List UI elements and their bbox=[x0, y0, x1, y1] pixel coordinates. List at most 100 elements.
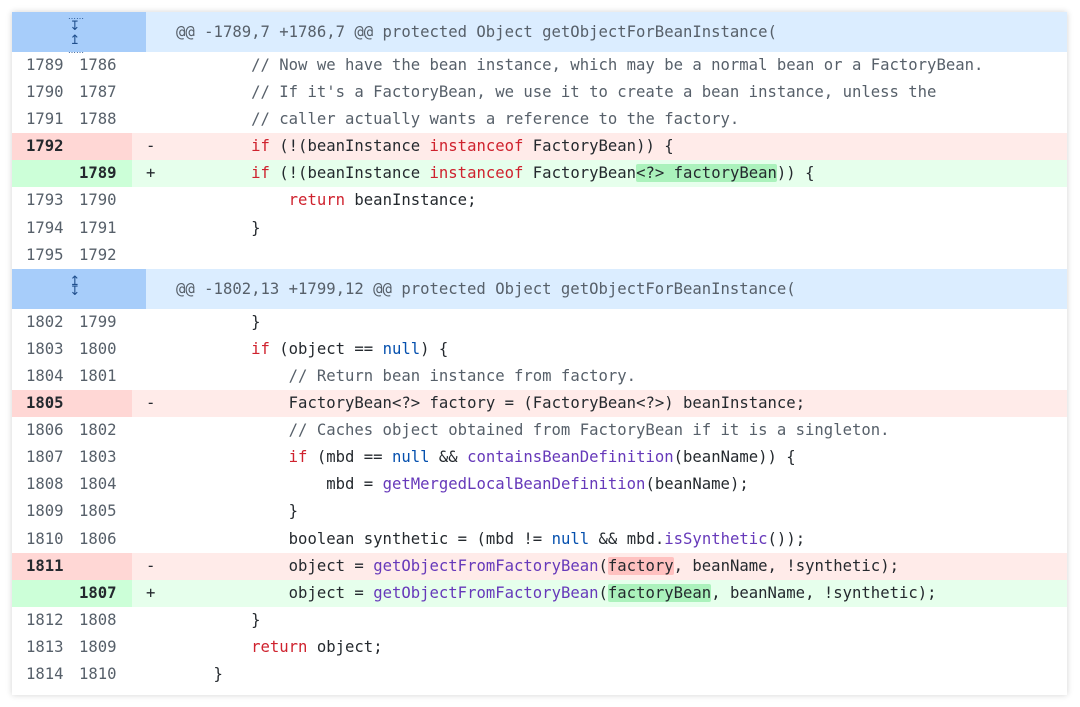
changed-word-highlight: <?> factoryBean bbox=[636, 164, 777, 183]
old-line-number[interactable]: 1794 bbox=[12, 215, 79, 242]
diff-sign bbox=[132, 242, 176, 269]
new-line-number[interactable]: 1805 bbox=[79, 498, 132, 525]
context-line: 1812 1808 } bbox=[12, 607, 1067, 634]
changed-word-highlight: factoryBean bbox=[607, 583, 712, 602]
old-line-number[interactable]: 1806 bbox=[12, 417, 79, 444]
code-line: if (object == null) { bbox=[251, 339, 449, 358]
diff-sign: + bbox=[132, 579, 176, 607]
diff-sign: - bbox=[132, 552, 176, 580]
diff-sign bbox=[132, 444, 176, 471]
new-line-number[interactable]: 1801 bbox=[79, 363, 132, 390]
new-line-number[interactable]: 1800 bbox=[79, 336, 132, 363]
diff-sign bbox=[132, 661, 176, 688]
code-line: if (mbd == null && containsBeanDefinitio… bbox=[288, 448, 796, 467]
diff-sign: - bbox=[132, 390, 176, 418]
code-line: } bbox=[176, 312, 261, 331]
context-line: 1806 1802 // Caches object obtained from … bbox=[12, 417, 1067, 444]
old-line-number[interactable]: 1802 bbox=[12, 309, 79, 336]
code-line: } bbox=[176, 218, 261, 237]
context-line: 1789 1786 // Now we have the bean instanc… bbox=[12, 52, 1067, 79]
diff-sign bbox=[132, 363, 176, 390]
context-line: 1809 1805 } bbox=[12, 498, 1067, 525]
code-line: object = getObjectFromFactoryBean(factor… bbox=[176, 552, 1067, 580]
new-line-number[interactable]: 1804 bbox=[79, 471, 132, 498]
new-line-number[interactable]: 1806 bbox=[79, 526, 132, 553]
old-line-number[interactable]: 1803 bbox=[12, 336, 79, 363]
new-line-number[interactable] bbox=[79, 390, 132, 418]
old-line-number[interactable]: 1813 bbox=[12, 634, 79, 661]
hunk-header: …… ↧ ↥…… @@ -1789,7 +1786,7 @@ protected Ob… bbox=[12, 12, 1067, 55]
diff-sign: + bbox=[132, 160, 176, 188]
diff-view: …… ↧ ↥…… @@ -1789,7 +1786,7 @@ protected Ob… bbox=[12, 12, 1067, 695]
deleted-line: 1811 - object = getObjectFromFactoryBean(… bbox=[12, 552, 1067, 580]
code-line: if (!(beanInstance instanceof FactoryBea… bbox=[176, 133, 1067, 161]
new-line-number[interactable]: 1808 bbox=[79, 607, 132, 634]
context-line: 1791 1788 // caller actually wants a refe… bbox=[12, 106, 1067, 133]
diff-sign bbox=[132, 498, 176, 525]
new-line-number[interactable]: 1787 bbox=[79, 79, 132, 106]
code-line: } bbox=[176, 664, 223, 683]
old-line-number[interactable]: 1805 bbox=[12, 390, 79, 418]
old-line-number[interactable]: 1793 bbox=[12, 187, 79, 214]
new-line-number[interactable]: 1799 bbox=[79, 309, 132, 336]
diff-sign bbox=[132, 336, 176, 363]
old-line-number[interactable]: 1807 bbox=[12, 444, 79, 471]
added-line: 1789 + if (!(beanInstance instanceof Fact… bbox=[12, 160, 1067, 188]
expand-up-down-icon[interactable]: …… ↧ ↥…… bbox=[12, 12, 146, 55]
context-line: 1810 1806 boolean synthetic = (mbd != nul… bbox=[12, 526, 1067, 553]
code-line: // Now we have the bean instance, which … bbox=[251, 56, 984, 74]
old-line-number[interactable]: 1811 bbox=[12, 552, 79, 580]
new-line-number[interactable] bbox=[79, 552, 132, 580]
new-line-number[interactable]: 1803 bbox=[79, 444, 132, 471]
old-line-number[interactable]: 1808 bbox=[12, 471, 79, 498]
context-line: 1814 1810 } bbox=[12, 661, 1067, 688]
code-line: // Caches object obtained from FactoryBe… bbox=[288, 421, 890, 440]
new-line-number[interactable]: 1790 bbox=[79, 187, 132, 214]
context-line: 1807 1803 if (mbd == null && containsBean… bbox=[12, 444, 1067, 471]
old-line-number[interactable] bbox=[12, 160, 79, 188]
old-line-number[interactable]: 1809 bbox=[12, 498, 79, 525]
diff-sign bbox=[132, 215, 176, 242]
changed-word-highlight: factory bbox=[607, 556, 674, 575]
new-line-number[interactable]: 1789 bbox=[79, 160, 132, 188]
diff-sign bbox=[132, 187, 176, 214]
old-line-number[interactable]: 1789 bbox=[12, 52, 79, 79]
code-line: mbd = getMergedLocalBeanDefinition(beanN… bbox=[326, 475, 749, 494]
context-line: 1804 1801 // Return bean instance from fa… bbox=[12, 363, 1067, 390]
context-line: 1795 1792 bbox=[12, 242, 1067, 269]
new-line-number[interactable]: 1791 bbox=[79, 215, 132, 242]
context-line: 1794 1791 } bbox=[12, 215, 1067, 242]
old-line-number[interactable]: 1804 bbox=[12, 363, 79, 390]
code-line: return beanInstance; bbox=[288, 191, 477, 210]
hunk-header-text: @@ -1802,13 +1799,12 @@ protected Object… bbox=[146, 268, 1067, 309]
old-line-number[interactable]: 1792 bbox=[12, 133, 79, 161]
diff-sign bbox=[132, 52, 176, 79]
context-line: 1793 1790 return beanInstance; bbox=[12, 187, 1067, 214]
old-line-number[interactable]: 1790 bbox=[12, 79, 79, 106]
new-line-number[interactable]: 1802 bbox=[79, 417, 132, 444]
deleted-line: 1792 - if (!(beanInstance instanceof Fact… bbox=[12, 133, 1067, 161]
code-line: } bbox=[176, 610, 261, 629]
new-line-number[interactable] bbox=[79, 133, 132, 161]
old-line-number[interactable]: 1795 bbox=[12, 242, 79, 269]
new-line-number[interactable]: 1807 bbox=[79, 579, 132, 607]
context-line: 1808 1804 mbd = getMergedLocalBeanDefinit… bbox=[12, 471, 1067, 498]
diff-sign bbox=[132, 634, 176, 661]
expand-icon[interactable]: ↥ ↧ bbox=[12, 268, 146, 309]
new-line-number[interactable]: 1809 bbox=[79, 634, 132, 661]
old-line-number[interactable]: 1810 bbox=[12, 526, 79, 553]
new-line-number[interactable]: 1792 bbox=[79, 242, 132, 269]
new-line-number[interactable]: 1786 bbox=[79, 52, 132, 79]
context-line: 1813 1809 return object; bbox=[12, 634, 1067, 661]
old-line-number[interactable]: 1791 bbox=[12, 106, 79, 133]
added-line: 1807 + object = getObjectFromFactoryBean(… bbox=[12, 579, 1067, 607]
code-line: // caller actually wants a reference to … bbox=[251, 110, 740, 129]
new-line-number[interactable]: 1788 bbox=[79, 106, 132, 133]
code-line: return object; bbox=[251, 637, 383, 656]
old-line-number[interactable]: 1814 bbox=[12, 661, 79, 688]
old-line-number[interactable]: 1812 bbox=[12, 607, 79, 634]
new-line-number[interactable]: 1810 bbox=[79, 661, 132, 688]
code-line: if (!(beanInstance instanceof FactoryBea… bbox=[176, 160, 1067, 188]
old-line-number[interactable] bbox=[12, 579, 79, 607]
